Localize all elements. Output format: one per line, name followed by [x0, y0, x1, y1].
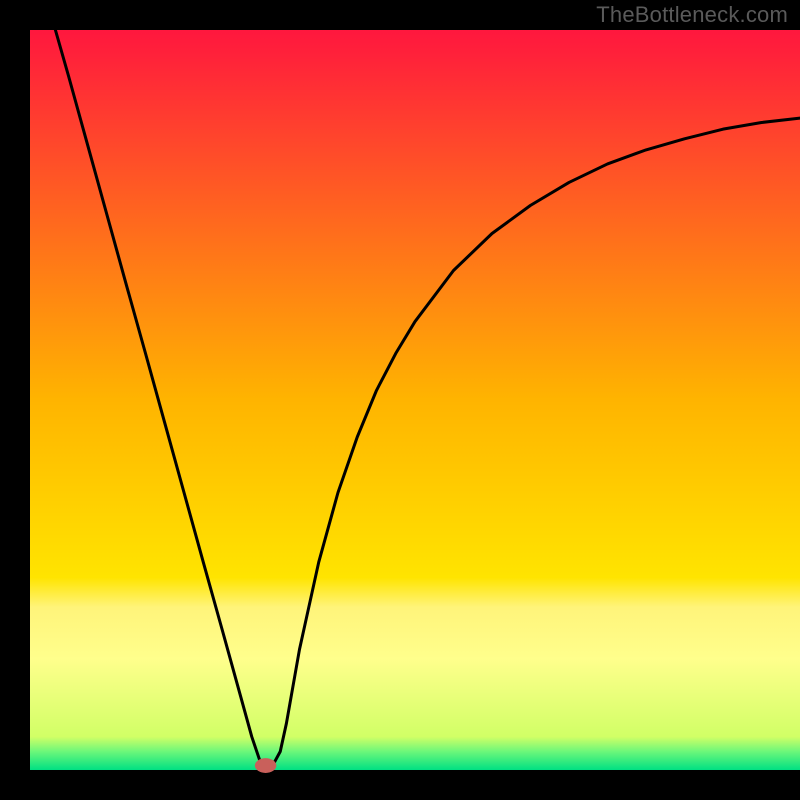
chart-frame: TheBottleneck.com: [0, 0, 800, 800]
bottleneck-chart: [0, 0, 800, 800]
minimum-marker: [255, 758, 277, 773]
gradient-background: [30, 30, 800, 770]
